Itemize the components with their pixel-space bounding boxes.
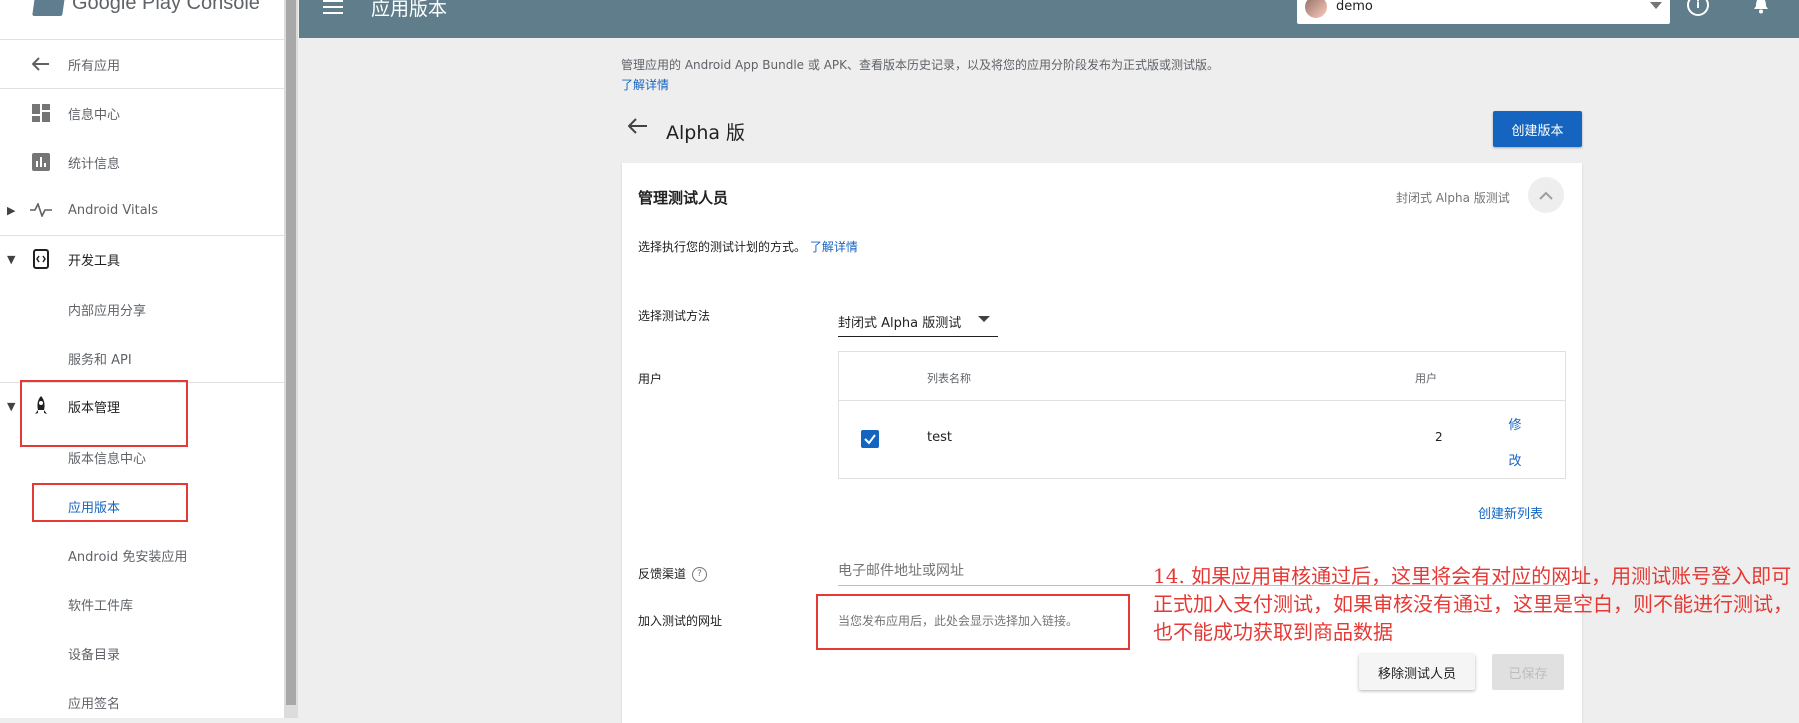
dev-tools-icon [30,248,52,270]
collapse-button[interactable] [1528,177,1564,213]
arrow-left-icon[interactable] [627,118,650,136]
arrow-left-icon [30,53,52,75]
chevron-up-icon [1539,191,1553,200]
sidebar-item-label: Android 免安装应用 [68,549,188,565]
checkbox-icon[interactable] [861,430,879,448]
sidebar-item-all-apps[interactable]: 所有应用 [0,46,284,82]
chevron-down-icon [978,316,990,322]
tester-lists-table: 列表名称 用户 test 2 修改 [838,351,1566,479]
avatar [1305,0,1327,18]
bar-chart-icon [30,151,52,173]
menu-icon[interactable] [323,0,343,16]
sidebar-item-label: 软件工件库 [68,598,134,614]
account-selector[interactable]: demo [1297,0,1670,24]
sidebar-item-label: 版本信息中心 [68,451,147,467]
caret-down-icon: ▼ [7,399,16,413]
column-header-users: 用户 [1415,372,1437,385]
divider [0,88,284,89]
sidebar-item-label: 设备目录 [68,647,121,663]
sidebar-item-device-catalog[interactable]: 设备目录 [0,635,284,671]
sidebar-item-services-api[interactable]: 服务和 API [0,340,284,376]
join-url-label: 加入测试的网址 [638,614,723,628]
card-description: 选择执行您的测试计划的方式。 了解详情 [638,238,858,255]
chevron-down-icon [1650,2,1662,9]
play-console-logo-icon [32,0,66,16]
test-method-label: 选择测试方法 [638,309,711,323]
top-app-bar: 应用版本 demo i [299,0,1799,38]
track-title: Alpha 版 [666,122,746,144]
test-status: 封闭式 Alpha 版测试 [1396,191,1510,205]
divider [0,39,284,40]
sidebar-item-label: 信息中心 [68,107,121,123]
sidebar-item-dashboard[interactable]: 信息中心 [0,95,284,131]
sidebar: Google Play Console 所有应用 信息中心 统计信息 ▶ And… [0,0,284,718]
sidebar-scrollbar-thumb[interactable] [286,0,296,705]
edit-list-link[interactable]: 修改 [1505,408,1525,480]
sidebar-item-label: Android Vitals [68,202,159,218]
sidebar-item-label: 服务和 API [68,352,132,368]
create-new-list-link[interactable]: 创建新列表 [1478,503,1543,522]
highlight-box [20,380,188,447]
caret-down-icon: ▼ [7,252,16,266]
play-console-logo[interactable]: Google Play Console [32,0,260,20]
sidebar-item-instant-apps[interactable]: Android 免安装应用 [0,537,284,573]
sidebar-item-label: 统计信息 [68,156,121,172]
sidebar-item-app-signing[interactable]: 应用签名 [0,684,284,718]
highlight-box [32,483,188,522]
account-name: demo [1336,0,1373,14]
sidebar-item-label: 内部应用分享 [68,303,147,319]
list-name: test [927,430,952,445]
learn-more-link[interactable]: 了解详情 [810,240,858,254]
feedback-channel-label: 反馈渠道? [638,565,708,582]
dashboard-icon [30,102,52,124]
learn-more-link[interactable]: 了解详情 [621,76,669,93]
test-method-select[interactable]: 封闭式 Alpha 版测试 [838,306,998,337]
info-icon[interactable]: i [1687,0,1709,16]
sidebar-item-label: 所有应用 [68,58,121,74]
sidebar-item-internal-app-sharing[interactable]: 内部应用分享 [0,291,284,327]
saved-button: 已保存 [1492,654,1564,690]
column-header-list-name: 列表名称 [927,372,971,385]
page-description: 管理应用的 Android App Bundle 或 APK、查看版本历史记录，… [621,58,1220,72]
remove-testers-button[interactable]: 移除测试人员 [1359,654,1475,690]
sidebar-item-android-vitals[interactable]: ▶ Android Vitals [0,192,284,228]
sidebar-item-statistics[interactable]: 统计信息 [0,144,284,180]
sidebar-item-label: 应用签名 [68,696,121,712]
users-label: 用户 [638,372,663,386]
card-title: 管理测试人员 [638,189,729,207]
highlight-box [816,594,1130,650]
user-count: 2 [1435,430,1443,444]
feedback-channel-label-text: 反馈渠道 [638,567,687,581]
sidebar-item-label: 开发工具 [68,253,121,269]
test-method-value: 封闭式 Alpha 版测试 [838,316,962,331]
divider [839,400,1565,401]
help-icon[interactable]: ? [692,567,708,582]
sidebar-item-dev-tools[interactable]: ▼ 开发工具 [0,241,284,277]
card-description-text: 选择执行您的测试计划的方式。 [638,240,807,254]
logo-text: Google Play Console [72,0,260,14]
annotation-note: 14. 如果应用审核通过后，这里将会有对应的网址，用测试账号登入即可正式加入支付… [1153,564,1793,644]
caret-right-icon: ▶ [7,203,16,217]
divider [0,235,284,236]
vitals-icon [30,199,52,221]
sidebar-item-artifact-library[interactable]: 软件工件库 [0,586,284,622]
bell-icon[interactable] [1753,0,1769,14]
create-release-button[interactable]: 创建版本 [1493,111,1582,147]
sidebar-scrollbar[interactable] [284,0,298,718]
page-title: 应用版本 [371,0,448,20]
